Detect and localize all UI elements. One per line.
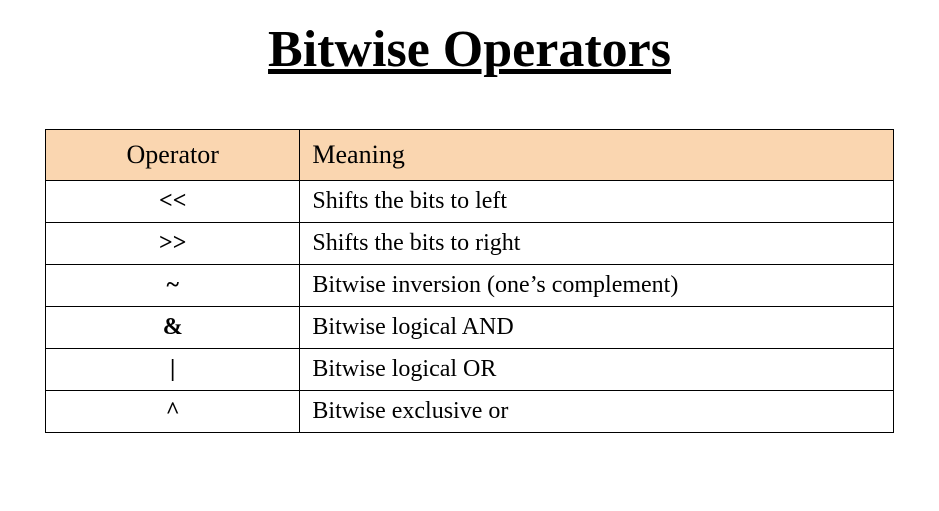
cell-operator: ~ <box>46 265 300 307</box>
cell-meaning: Bitwise logical AND <box>300 307 894 349</box>
operators-table: Operator Meaning << Shifts the bits to l… <box>45 129 894 433</box>
cell-operator: << <box>46 181 300 223</box>
cell-operator: >> <box>46 223 300 265</box>
header-meaning: Meaning <box>300 130 894 181</box>
cell-meaning: Bitwise inversion (one’s complement) <box>300 265 894 307</box>
cell-meaning: Shifts the bits to right <box>300 223 894 265</box>
cell-operator: | <box>46 349 300 391</box>
cell-operator: & <box>46 307 300 349</box>
cell-meaning: Shifts the bits to left <box>300 181 894 223</box>
header-operator: Operator <box>46 130 300 181</box>
table-row: ^ Bitwise exclusive or <box>46 391 894 433</box>
cell-meaning: Bitwise logical OR <box>300 349 894 391</box>
table-row: << Shifts the bits to left <box>46 181 894 223</box>
page-title: Bitwise Operators <box>0 20 939 79</box>
cell-operator: ^ <box>46 391 300 433</box>
table-row: >> Shifts the bits to right <box>46 223 894 265</box>
table-header-row: Operator Meaning <box>46 130 894 181</box>
table-row: & Bitwise logical AND <box>46 307 894 349</box>
table-row: ~ Bitwise inversion (one’s complement) <box>46 265 894 307</box>
operators-table-container: Operator Meaning << Shifts the bits to l… <box>45 129 894 433</box>
table-row: | Bitwise logical OR <box>46 349 894 391</box>
cell-meaning: Bitwise exclusive or <box>300 391 894 433</box>
